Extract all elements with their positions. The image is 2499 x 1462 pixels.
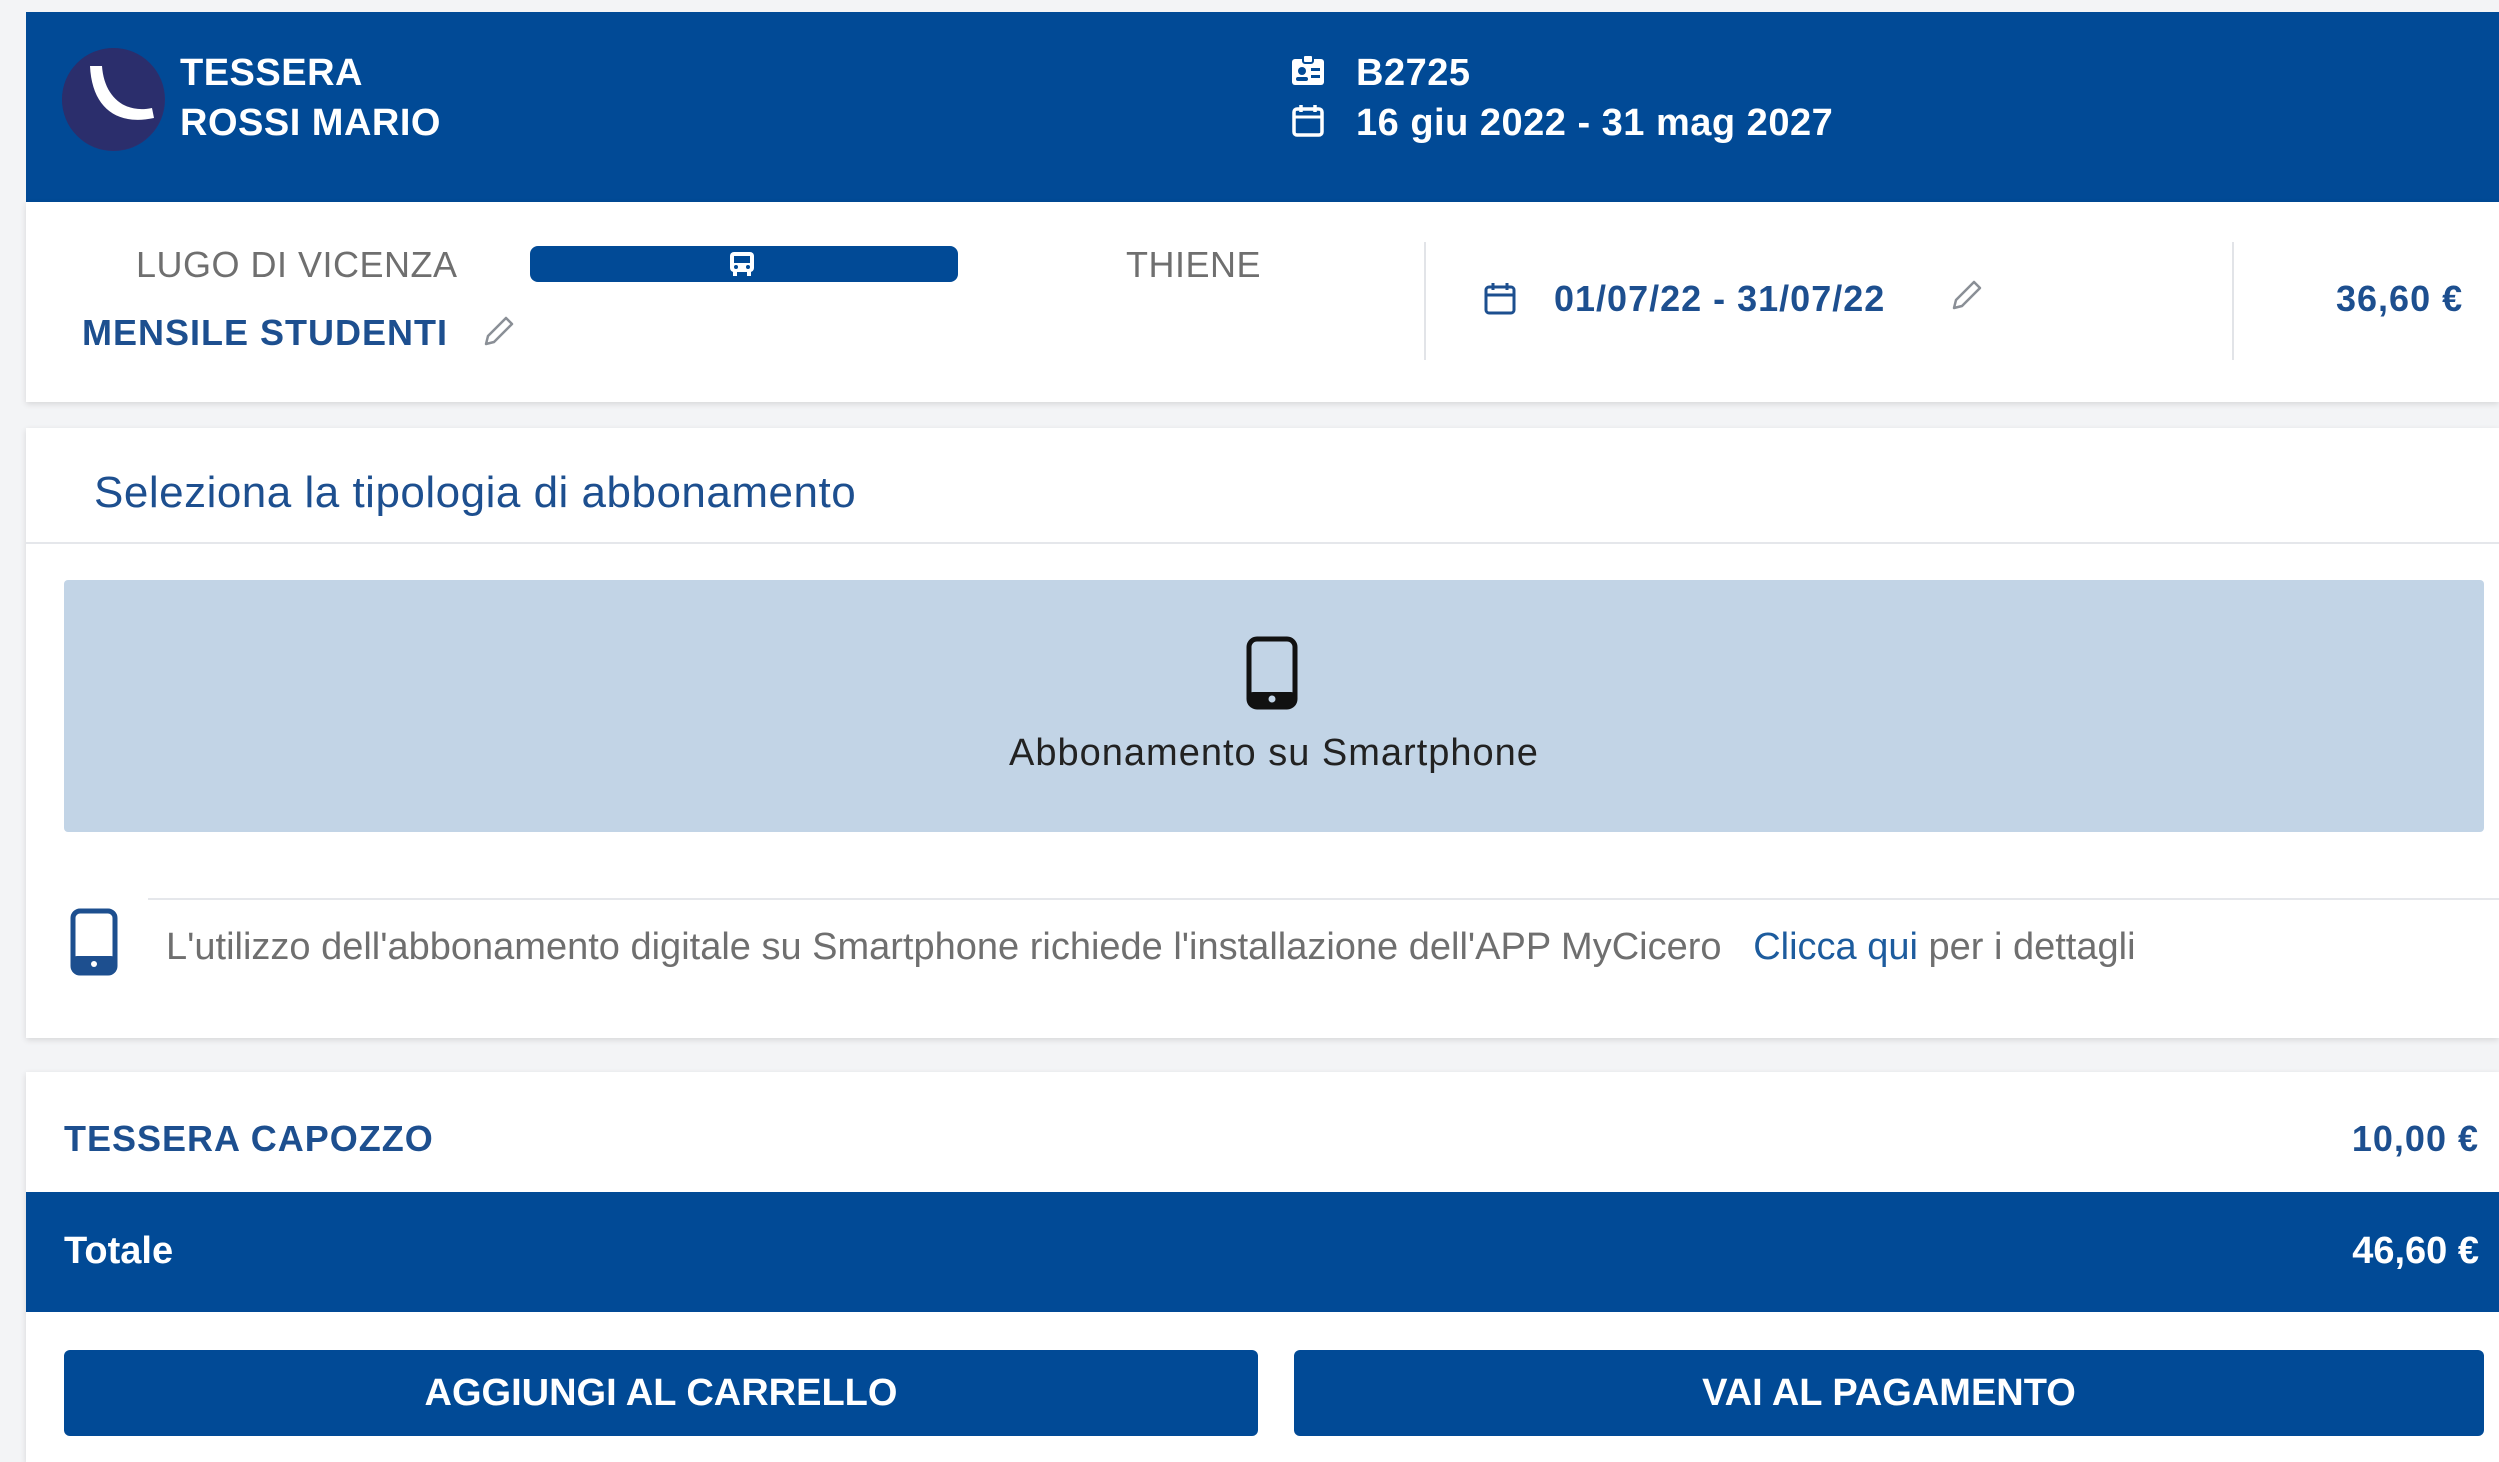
divider xyxy=(26,542,2499,544)
edit-fare-pencil-icon[interactable] xyxy=(478,312,518,357)
total-bar: Totale 46,60 € xyxy=(26,1192,2499,1312)
add-to-cart-button[interactable]: AGGIUNGI AL CARRELLO xyxy=(64,1350,1258,1436)
destination-stop: THIENE xyxy=(1126,244,1262,285)
id-badge-icon xyxy=(1290,52,1326,88)
card-code: B2725 xyxy=(1356,52,1471,94)
item-price: 10,00 € xyxy=(2351,1118,2479,1159)
divider xyxy=(148,898,2499,900)
logo-avatar xyxy=(62,48,165,151)
origin-stop: LUGO DI VICENZA xyxy=(136,244,458,285)
card-validity: 16 giu 2022 - 31 mag 2027 xyxy=(1356,102,1834,144)
section-title: Seleziona la tipologia di abbonamento xyxy=(94,468,857,517)
route-card: LUGO DI VICENZA THIENE MENSILE STUDENTI xyxy=(26,202,2499,402)
info-message: L'utilizzo dell'abbonamento digitale su … xyxy=(166,926,2136,969)
smartphone-icon xyxy=(1246,636,1298,715)
subscription-type-card: Seleziona la tipologia di abbonamento Ab… xyxy=(26,428,2499,1038)
total-price: 46,60 € xyxy=(2352,1230,2479,1272)
item-label: TESSERA CAPOZZO xyxy=(64,1118,434,1159)
edit-period-pencil-icon[interactable] xyxy=(1946,276,1986,321)
total-label: Totale xyxy=(64,1230,174,1272)
smartphone-subscription-option[interactable]: Abbonamento su Smartphone xyxy=(64,580,2484,832)
fare-type: MENSILE STUDENTI xyxy=(82,312,449,353)
period-calendar-icon xyxy=(1482,280,1518,321)
summary-card: TESSERA CAPOZZO 10,00 € Totale 46,60 € A… xyxy=(26,1072,2499,1462)
card-type: TESSERA xyxy=(180,52,363,94)
details-link[interactable]: Clicca qui xyxy=(1753,926,1918,968)
card-header: TESSERA ROSSI MARIO B2725 16 giu 2022 - … xyxy=(26,12,2499,202)
period-range: 01/07/22 - 31/07/22 xyxy=(1554,278,1886,319)
info-text: L'utilizzo dell'abbonamento digitale su … xyxy=(166,926,1722,968)
fare-price: 36,60 € xyxy=(2336,278,2464,319)
holder-name: ROSSI MARIO xyxy=(180,102,441,144)
separator xyxy=(2232,242,2234,360)
go-to-payment-button[interactable]: VAI AL PAGAMENTO xyxy=(1294,1350,2484,1436)
route-line xyxy=(530,246,958,282)
option-label: Abbonamento su Smartphone xyxy=(1009,732,1539,774)
smartphone-info-icon xyxy=(70,908,118,981)
bus-icon xyxy=(727,251,757,282)
calendar-icon xyxy=(1290,102,1326,138)
separator xyxy=(1424,242,1426,360)
info-suffix: per i dettagli xyxy=(1928,926,2136,968)
